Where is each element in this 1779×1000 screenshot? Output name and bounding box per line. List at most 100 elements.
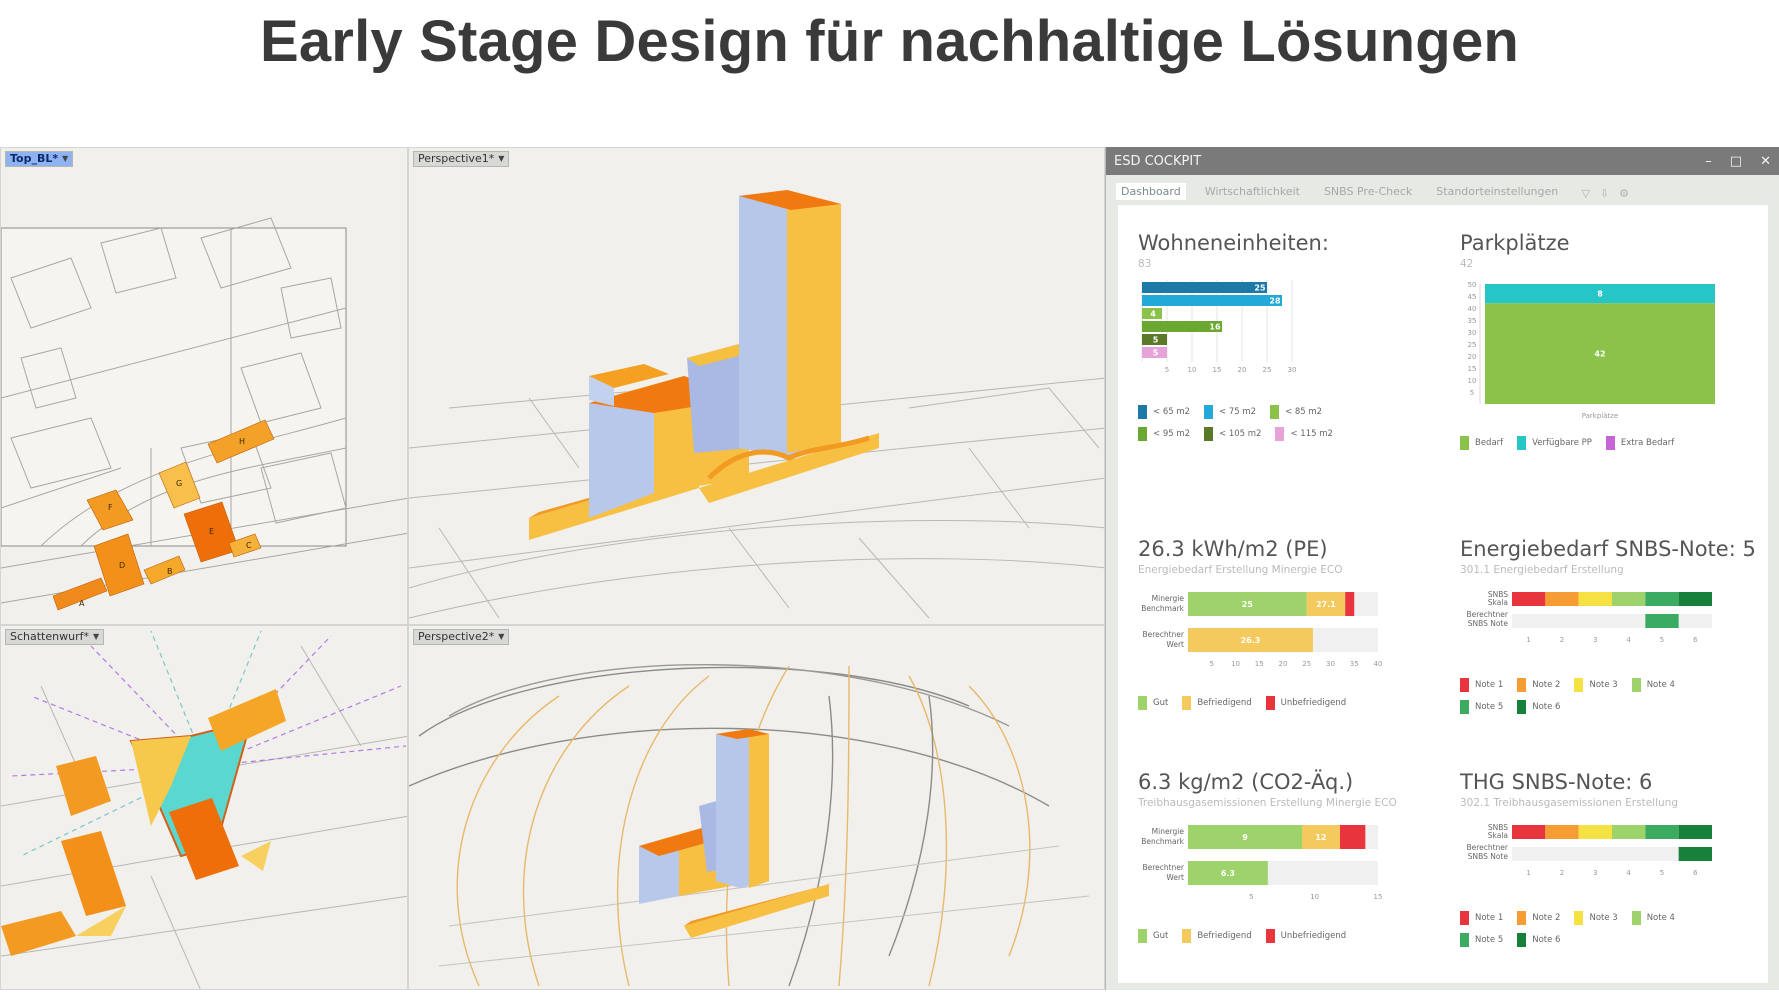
esd-cockpit-window[interactable]: ESD COCKPIT – □ ✕ Dashboard Wirtschaftli… bbox=[1105, 147, 1779, 990]
cockpit-titlebar[interactable]: ESD COCKPIT – □ ✕ bbox=[1106, 147, 1779, 175]
legend-item: Gut bbox=[1138, 696, 1168, 710]
scale-segment bbox=[1578, 825, 1612, 839]
building-massing-1 bbox=[529, 190, 879, 540]
card-parkplaetze: Parkplätze 42 50 45 40 35 30 25 20 15 10 5 42 8 Park… bbox=[1460, 231, 1760, 450]
export-icon[interactable]: ⇩ bbox=[1600, 187, 1609, 200]
legend-item: Note 2 bbox=[1517, 678, 1560, 692]
bar-label: 5 bbox=[1153, 349, 1159, 358]
dropdown-caret-icon[interactable]: ▼ bbox=[498, 151, 504, 167]
legend-swatch bbox=[1460, 933, 1469, 947]
legend-label: < 115 m2 bbox=[1290, 429, 1333, 439]
slide-title: Early Stage Design für nachhaltige Lösun… bbox=[259, 9, 1520, 74]
legend-swatch bbox=[1517, 911, 1527, 925]
x-tick: 5 bbox=[1660, 869, 1664, 877]
cockpit-title: ESD COCKPIT bbox=[1114, 153, 1202, 169]
building-label-h: H bbox=[239, 437, 245, 446]
bar-label: 9 bbox=[1242, 833, 1248, 842]
legend-item: Note 5 bbox=[1460, 933, 1503, 947]
filter-icon[interactable]: ▽ bbox=[1581, 187, 1589, 200]
energie-snbs-chart: SNBSSkalaBerechtnerSNBS Note1 2 3 4 5 6 bbox=[1466, 590, 1712, 644]
tab-standorteinstellungen[interactable]: Standorteinstellungen bbox=[1431, 183, 1563, 200]
legend-label: Unbefriedigend bbox=[1280, 931, 1347, 941]
x-tick: 3 bbox=[1593, 636, 1597, 644]
x-tick: 30 bbox=[1326, 660, 1335, 668]
x-tick: 5 bbox=[1249, 893, 1253, 901]
legend-item: < 115 m2 bbox=[1275, 427, 1333, 441]
close-icon[interactable]: ✕ bbox=[1760, 154, 1771, 169]
legend-label: Note 6 bbox=[1532, 935, 1561, 945]
maximize-icon[interactable]: □ bbox=[1730, 154, 1742, 169]
bar-label: 8 bbox=[1597, 290, 1603, 299]
legend-label: Unbefriedigend bbox=[1280, 698, 1347, 708]
legend-swatch bbox=[1605, 436, 1615, 450]
viewport-schattenwurf-label[interactable]: Schattenwurf* ▼ bbox=[5, 629, 105, 645]
dropdown-caret-icon[interactable]: ▼ bbox=[498, 629, 504, 645]
legend-item: Note 4 bbox=[1631, 911, 1675, 925]
building-massing-2 bbox=[639, 729, 837, 938]
viewport-perspective2[interactable]: Perspective2* ▼ bbox=[408, 625, 1105, 990]
legend-item: < 75 m2 bbox=[1204, 405, 1256, 419]
legend-item: Unbefriedigend bbox=[1265, 929, 1347, 943]
bar-label: 42 bbox=[1594, 350, 1605, 359]
legend-swatch bbox=[1182, 929, 1192, 943]
viewport-top-label[interactable]: Top_BL* ▼ bbox=[5, 151, 74, 167]
bar-label: 5 bbox=[1153, 336, 1159, 345]
legend-item: < 85 m2 bbox=[1270, 405, 1322, 419]
x-tick: 20 bbox=[1279, 660, 1288, 668]
scale-segment bbox=[1578, 592, 1612, 606]
scale-segment bbox=[1612, 592, 1646, 606]
viewport-schattenwurf[interactable]: Schattenwurf* ▼ bbox=[0, 625, 408, 990]
viewport-perspective1-label[interactable]: Perspective1* ▼ bbox=[413, 151, 510, 167]
thg-snbs-title: THG SNBS-Note: 6 bbox=[1460, 770, 1653, 794]
bar-label: 27.1 bbox=[1316, 600, 1336, 609]
legend-label: < 65 m2 bbox=[1153, 407, 1191, 417]
dropdown-caret-icon[interactable]: ▼ bbox=[93, 629, 99, 645]
parkplaetze-value: 42 bbox=[1460, 258, 1474, 270]
energie-pe-legend: Gut Befriedigend Unbefriedigend bbox=[1138, 696, 1438, 710]
viewport-top[interactable]: Top_BL* ▼ A D B C E F G H bbox=[0, 147, 408, 625]
bar-label: 25 bbox=[1242, 600, 1254, 609]
tab-wirtschaftlichkeit[interactable]: Wirtschaftlichkeit bbox=[1200, 183, 1305, 200]
tab-snbs-pre-check[interactable]: SNBS Pre-Check bbox=[1319, 183, 1417, 200]
note-bar bbox=[1678, 847, 1712, 861]
tab-dashboard[interactable]: Dashboard bbox=[1116, 183, 1186, 200]
building-label-g: G bbox=[176, 479, 182, 488]
x-tick: 30 bbox=[1288, 366, 1297, 374]
legend-label: Befriedigend bbox=[1197, 698, 1252, 708]
wohneinheiten-title: Wohneneinheiten: bbox=[1138, 231, 1329, 255]
legend-label: Note 3 bbox=[1589, 680, 1618, 690]
x-tick: 15 bbox=[1374, 893, 1383, 901]
bar-label: 4 bbox=[1150, 310, 1156, 319]
energie-snbs-title: Energiebedarf SNBS-Note: 5 bbox=[1460, 537, 1756, 561]
x-tick: 20 bbox=[1238, 366, 1247, 374]
y-tick: 15 bbox=[1468, 365, 1477, 373]
row-label: SNBS Note bbox=[1468, 852, 1509, 861]
legend-item: < 95 m2 bbox=[1138, 427, 1190, 441]
x-tick: 25 bbox=[1263, 366, 1272, 374]
viewport-perspective1[interactable]: Perspective1* ▼ bbox=[408, 147, 1105, 625]
scale-segment bbox=[1512, 825, 1546, 839]
building-label-c: C bbox=[246, 541, 252, 550]
x-tick: 5 bbox=[1165, 366, 1169, 374]
settings-icon[interactable]: ⚙ bbox=[1619, 187, 1629, 200]
legend-label: Note 2 bbox=[1532, 680, 1561, 690]
legend-item: Note 1 bbox=[1460, 911, 1503, 925]
legend-item: Befriedigend bbox=[1182, 696, 1252, 710]
legend-swatch bbox=[1460, 911, 1469, 925]
perspective1-canvas bbox=[409, 190, 1104, 619]
legend-label: Note 4 bbox=[1646, 680, 1675, 690]
legend-swatch bbox=[1574, 678, 1584, 692]
viewport-perspective2-label[interactable]: Perspective2* ▼ bbox=[413, 629, 510, 645]
minimize-icon[interactable]: – bbox=[1705, 154, 1712, 169]
y-tick: 50 bbox=[1468, 281, 1477, 289]
legend-item: Note 2 bbox=[1517, 911, 1560, 925]
legend-label: < 75 m2 bbox=[1219, 407, 1257, 417]
buildings-shadow bbox=[1, 689, 286, 956]
legend-label: Note 4 bbox=[1646, 913, 1675, 923]
row-label: Wert bbox=[1166, 873, 1184, 882]
legend-swatch bbox=[1631, 678, 1641, 692]
dropdown-caret-icon[interactable]: ▼ bbox=[62, 151, 68, 167]
scale-segment bbox=[1678, 592, 1712, 606]
thg-snbs-subtitle: 302.1 Treibhausgasemissionen Erstellung bbox=[1460, 797, 1678, 809]
legend-item: Note 5 bbox=[1460, 700, 1503, 714]
